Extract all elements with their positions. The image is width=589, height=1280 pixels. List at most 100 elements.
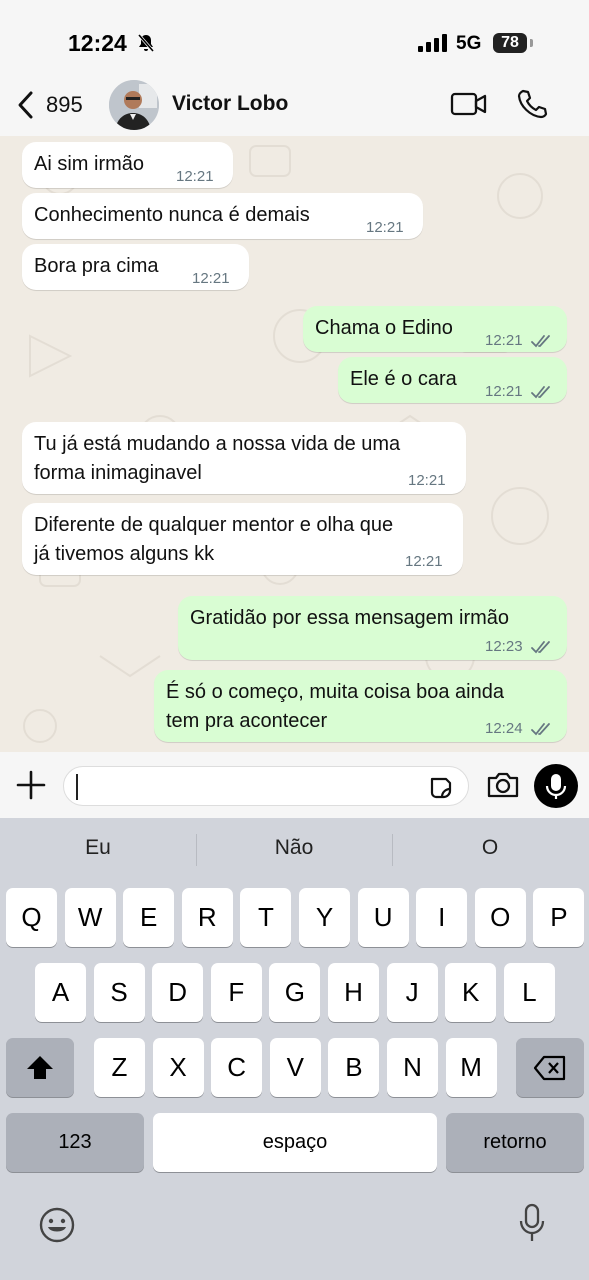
key-v[interactable]: V	[269, 1038, 321, 1097]
suggestion-3[interactable]: O	[392, 836, 588, 860]
message-text: Bora pra cima	[34, 252, 159, 281]
key-s[interactable]: S	[93, 963, 145, 1022]
video-call-icon[interactable]	[450, 90, 488, 118]
read-ticks-icon	[531, 723, 550, 736]
message-time: 12:21	[485, 383, 523, 400]
message-bubble-outgoing[interactable]: É só o começo, muita coisa boa ainda tem …	[154, 670, 567, 742]
key-l[interactable]: L	[503, 963, 555, 1022]
message-line: tem pra acontecer	[166, 710, 328, 732]
key-p[interactable]: P	[533, 888, 585, 947]
read-ticks-icon	[531, 386, 550, 399]
backspace-key[interactable]	[516, 1038, 584, 1097]
message-line: Ele é o cara	[350, 368, 457, 390]
key-a[interactable]: A	[35, 963, 86, 1022]
message-time: 12:21	[405, 553, 443, 570]
battery-icon: 78	[493, 33, 527, 53]
space-key[interactable]: espaço	[153, 1113, 437, 1172]
message-line: É só o começo, muita coisa boa ainda	[166, 681, 504, 703]
key-y[interactable]: Y	[299, 888, 350, 947]
message-line: Gratidão por essa mensagem irmão	[190, 607, 510, 629]
message-text: Tu já está mudando a nossa vida de uma fo…	[34, 430, 400, 488]
message-line: Ai sim irmão	[34, 153, 145, 175]
sticker-icon[interactable]	[428, 775, 454, 801]
key-z[interactable]: Z	[94, 1038, 145, 1097]
keyboard: Eu Não O 123 espaço retorno QWERTYUIOPAS…	[0, 818, 589, 1280]
message-bubble-outgoing[interactable]: Ele é o cara 12:21	[338, 357, 567, 403]
composer-bar	[0, 752, 589, 818]
key-w[interactable]: W	[64, 888, 116, 947]
signal-icon	[418, 34, 447, 52]
key-q[interactable]: Q	[6, 888, 57, 947]
message-time: 12:21	[176, 168, 214, 185]
key-d[interactable]: D	[152, 963, 204, 1022]
chat-header: 895 Victor Lobo	[0, 80, 589, 136]
contact-name[interactable]: Victor Lobo	[172, 92, 288, 116]
message-time: 12:21	[485, 332, 523, 349]
phone-call-icon[interactable]	[516, 88, 548, 120]
message-line: Diferente de qualquer mentor e olha que	[34, 514, 394, 536]
read-ticks-icon	[531, 335, 550, 348]
chat-messages[interactable]: Ai sim irmão 12:21 Conhecimento nunca é de…	[0, 136, 589, 752]
key-r[interactable]: R	[181, 888, 233, 947]
key-e[interactable]: E	[123, 888, 175, 947]
message-line: já tivemos alguns kk	[34, 543, 215, 565]
message-bubble-outgoing[interactable]: Chama o Edino 12:21	[303, 306, 567, 352]
key-i[interactable]: I	[416, 888, 468, 947]
message-line: forma inimaginavel	[34, 462, 202, 484]
key-h[interactable]: H	[328, 963, 379, 1022]
message-text: Ai sim irmão	[34, 150, 144, 179]
message-line: Bora pra cima	[34, 255, 159, 277]
key-b[interactable]: B	[328, 1038, 380, 1097]
message-text: Diferente de qualquer mentor e olha que j…	[34, 511, 393, 569]
key-f[interactable]: F	[210, 963, 262, 1022]
plus-icon[interactable]	[16, 770, 46, 800]
key-c[interactable]: C	[211, 1038, 263, 1097]
message-text: Conhecimento nunca é demais	[34, 201, 310, 230]
message-time: 12:23	[485, 638, 523, 655]
key-t[interactable]: T	[240, 888, 292, 947]
key-u[interactable]: U	[357, 888, 409, 947]
dictation-mic-icon[interactable]	[518, 1202, 546, 1244]
avatar-photo-icon	[109, 80, 159, 130]
text-caret	[76, 774, 78, 800]
message-input[interactable]	[63, 766, 469, 806]
message-bubble-incoming[interactable]: Bora pra cima 12:21	[22, 244, 249, 290]
key-m[interactable]: M	[445, 1038, 497, 1097]
key-j[interactable]: J	[386, 963, 438, 1022]
avatar[interactable]	[109, 80, 159, 130]
suggestion-2[interactable]: Não	[196, 836, 392, 860]
back-unread-count[interactable]: 895	[46, 92, 83, 118]
suggestion-1[interactable]: Eu	[0, 836, 196, 860]
key-g[interactable]: G	[269, 963, 321, 1022]
message-bubble-outgoing[interactable]: Gratidão por essa mensagem irmão 12:23	[178, 596, 567, 660]
emoji-icon[interactable]	[38, 1206, 76, 1244]
camera-icon[interactable]	[486, 770, 520, 800]
message-time: 12:24	[485, 720, 523, 737]
message-text: Gratidão por essa mensagem irmão	[190, 604, 509, 633]
back-chevron-icon[interactable]	[15, 90, 37, 120]
numbers-key[interactable]: 123	[6, 1113, 144, 1172]
message-line: Chama o Edino	[315, 317, 453, 339]
battery-level: 78	[501, 34, 519, 51]
voice-record-button[interactable]	[534, 764, 578, 808]
battery-tip	[530, 39, 533, 47]
message-line: Conhecimento nunca é demais	[34, 204, 310, 226]
read-ticks-icon	[531, 641, 550, 654]
shift-key[interactable]	[6, 1038, 74, 1097]
message-line: Tu já está mudando a nossa vida de uma	[34, 433, 401, 455]
key-o[interactable]: O	[474, 888, 526, 947]
message-bubble-incoming[interactable]: Diferente de qualquer mentor e olha que j…	[22, 503, 463, 575]
message-text: É só o começo, muita coisa boa ainda tem …	[166, 678, 504, 736]
return-key[interactable]: retorno	[446, 1113, 584, 1172]
key-k[interactable]: K	[445, 963, 497, 1022]
key-x[interactable]: X	[152, 1038, 204, 1097]
message-bubble-incoming[interactable]: Conhecimento nunca é demais 12:21	[22, 193, 423, 239]
message-time: 12:21	[366, 219, 404, 236]
message-bubble-incoming[interactable]: Ai sim irmão 12:21	[22, 142, 233, 188]
message-time: 12:21	[192, 270, 230, 287]
status-time: 12:24	[68, 30, 127, 56]
message-text: Ele é o cara	[350, 365, 457, 394]
message-bubble-incoming[interactable]: Tu já está mudando a nossa vida de uma fo…	[22, 422, 466, 494]
key-n[interactable]: N	[387, 1038, 438, 1097]
network-type: 5G	[456, 33, 482, 54]
